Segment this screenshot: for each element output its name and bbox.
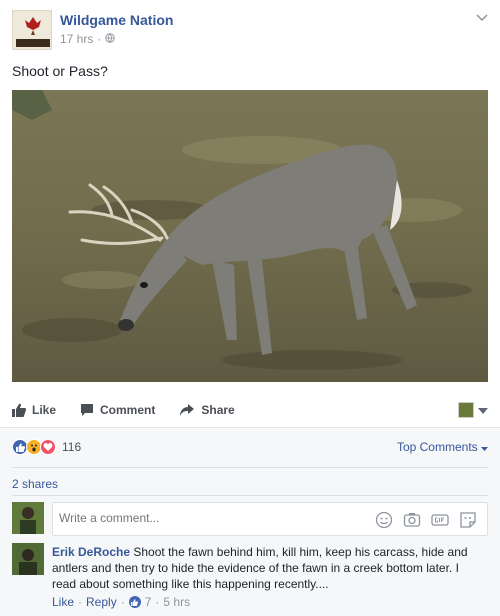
composer-icons: [375, 511, 477, 529]
post-as-selector[interactable]: [458, 402, 488, 418]
share-label: Share: [201, 403, 235, 417]
like-button[interactable]: Like: [12, 403, 56, 417]
chevron-down-icon[interactable]: [476, 12, 488, 22]
comment-like-link[interactable]: Like: [52, 595, 74, 609]
reaction-count[interactable]: 116: [62, 440, 81, 454]
avatar: [458, 402, 474, 418]
divider: [12, 495, 488, 496]
thumbs-up-icon: [12, 403, 26, 417]
sticker-icon[interactable]: [459, 511, 477, 529]
caret-down-icon: [478, 403, 488, 417]
comment-reply-link[interactable]: Reply: [86, 595, 117, 609]
gif-icon[interactable]: [431, 511, 449, 529]
comment-box: [52, 502, 488, 536]
avatar[interactable]: [12, 543, 44, 575]
top-comments-filter[interactable]: Top Comments: [397, 440, 488, 454]
shares-count[interactable]: 2 shares: [12, 477, 58, 491]
love-reaction-icon: [40, 439, 56, 455]
post-header: Wildgame Nation 17 hrs ·: [12, 10, 488, 50]
like-badge-icon: [128, 596, 141, 608]
feedback-area: 116 Top Comments 2 shares Write a commen…: [0, 427, 500, 616]
post-time[interactable]: 17 hrs: [60, 32, 93, 46]
dot-separator: ·: [97, 32, 102, 46]
globe-icon[interactable]: [105, 32, 116, 46]
page-name[interactable]: Wildgame Nation: [60, 12, 173, 28]
comment-time[interactable]: 5 hrs: [163, 595, 190, 609]
dot-separator: ·: [78, 595, 83, 609]
comment-input[interactable]: [59, 511, 359, 525]
divider: [12, 467, 488, 468]
comment-like-count[interactable]: 7: [145, 595, 152, 609]
comment-composer: [12, 502, 488, 536]
action-bar: Like Comment Share: [12, 396, 488, 424]
post-photo[interactable]: [12, 90, 488, 382]
facebook-post: Wildgame Nation 17 hrs · Shoot or Pass?: [0, 0, 500, 616]
comment-icon: [80, 403, 94, 417]
dot-separator: ·: [155, 595, 160, 609]
caret-down-icon: [481, 440, 488, 454]
dot-separator: ·: [120, 595, 125, 609]
camera-icon[interactable]: [403, 511, 421, 529]
avatar: [12, 502, 44, 534]
reaction-summary[interactable]: 116: [12, 439, 81, 455]
top-comments-label: Top Comments: [396, 440, 478, 454]
share-button[interactable]: Share: [179, 403, 235, 417]
like-label: Like: [32, 403, 57, 417]
comment-body: Erik DeRoche Shoot the fawn behind him, …: [52, 544, 482, 592]
page-logo[interactable]: [12, 10, 52, 50]
comment-button[interactable]: Comment: [80, 403, 155, 417]
comment-actions: Like · Reply · 7 · 5 hrs: [52, 595, 190, 609]
post-meta: 17 hrs ·: [60, 32, 116, 46]
comment-label: Comment: [100, 403, 156, 417]
post-text: Shoot or Pass?: [12, 63, 108, 79]
share-icon: [179, 403, 195, 417]
emoji-icon[interactable]: [375, 511, 393, 529]
comment-author[interactable]: Erik DeRoche: [52, 545, 130, 559]
